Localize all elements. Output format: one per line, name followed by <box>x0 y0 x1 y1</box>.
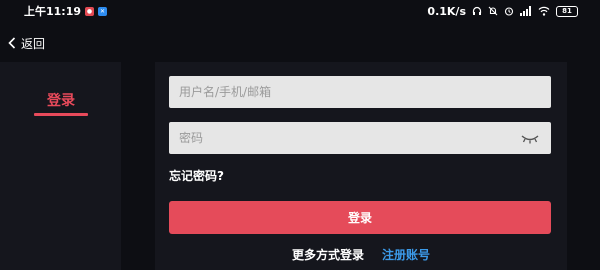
wifi-icon <box>538 6 550 16</box>
screen: 上午11:19 ● ✕ 0.1K/s 81 返回 登录 用户名/手机/邮箱 忘记… <box>0 0 600 270</box>
mute-bell-icon <box>488 6 498 16</box>
username-field[interactable] <box>169 76 551 108</box>
tab-login-underline <box>34 113 88 116</box>
password-field[interactable] <box>169 122 551 154</box>
notification-app-icon-secondary: ✕ <box>98 6 108 16</box>
signal-icon <box>520 6 531 16</box>
status-bar-right: 0.1K/s 81 <box>427 5 600 18</box>
status-bar: 上午11:19 ● ✕ 0.1K/s 81 <box>0 0 600 22</box>
chevron-left-icon <box>8 37 16 49</box>
back-button[interactable]: 返回 <box>0 30 45 56</box>
headphones-icon <box>472 6 482 15</box>
login-form: 忘记密码? 登录 更多方式登录 注册账号 <box>155 62 567 270</box>
alternate-login-links: 更多方式登录 注册账号 <box>155 246 567 263</box>
network-speed: 0.1K/s <box>427 4 466 18</box>
forgot-password-link[interactable]: 忘记密码? <box>169 167 224 184</box>
more-login-options-link[interactable]: 更多方式登录 <box>292 246 364 263</box>
back-label: 返回 <box>21 36 46 51</box>
status-time: 上午11:19 <box>24 5 82 18</box>
alarm-icon <box>504 7 514 16</box>
battery-icon: 81 <box>556 5 578 17</box>
username-input[interactable] <box>179 85 499 99</box>
login-button[interactable]: 登录 <box>169 201 551 234</box>
register-account-link[interactable]: 注册账号 <box>382 246 430 263</box>
login-sidebar: 登录 <box>0 62 121 270</box>
password-input[interactable] <box>179 131 499 145</box>
notification-app-icon: ● <box>85 6 95 16</box>
status-bar-left: 上午11:19 ● ✕ <box>0 3 108 19</box>
eye-closed-icon[interactable] <box>520 130 540 146</box>
